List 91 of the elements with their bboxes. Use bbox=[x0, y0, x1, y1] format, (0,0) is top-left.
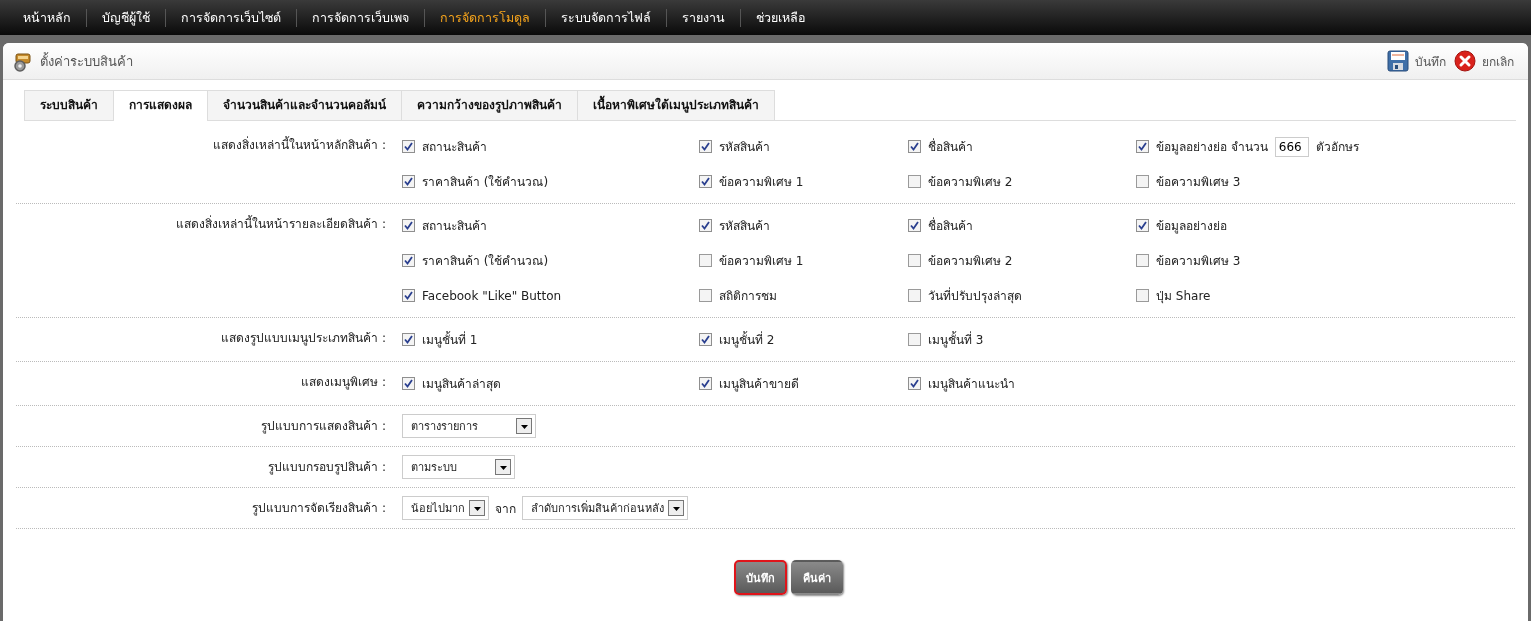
option-label: รหัสสินค้า bbox=[719, 139, 770, 156]
checkbox[interactable] bbox=[699, 175, 712, 188]
checkbox[interactable] bbox=[699, 219, 712, 232]
option-label: รหัสสินค้า bbox=[719, 218, 770, 235]
option-label: ราคาสินค้า (ใช้คำนวณ) bbox=[422, 174, 549, 191]
option-label: ข้อความพิเศษ 3 bbox=[1156, 253, 1241, 270]
checkbox[interactable] bbox=[402, 254, 415, 267]
checkbox[interactable] bbox=[908, 333, 921, 346]
checkbox[interactable] bbox=[402, 377, 415, 390]
option-label: Facebook "Like" Button bbox=[422, 288, 562, 303]
checkbox[interactable] bbox=[699, 333, 712, 346]
option-label: สถานะสินค้า bbox=[422, 139, 487, 156]
number-field[interactable]: 666 bbox=[1274, 136, 1309, 157]
checkbox[interactable] bbox=[1136, 140, 1149, 153]
option-label: ปุ่ม Share bbox=[1156, 288, 1211, 305]
checkbox[interactable] bbox=[908, 219, 921, 232]
option-label: วันที่ปรับปรุงล่าสุด bbox=[928, 286, 1022, 305]
checkbox[interactable] bbox=[402, 289, 415, 302]
field-label: แสดงเมนูพิเศษ : bbox=[300, 374, 387, 392]
field-label: รูปแบบกรอบรูปสินค้า : bbox=[267, 459, 387, 477]
checkbox[interactable] bbox=[1136, 289, 1149, 302]
option-label: เมนูสินค้าล่าสุด bbox=[422, 376, 501, 393]
option-label: เมนูสินค้าแนะนำ bbox=[928, 376, 1015, 393]
save-icon bbox=[1387, 50, 1409, 72]
checkbox[interactable] bbox=[699, 254, 712, 267]
checkbox[interactable] bbox=[908, 377, 921, 390]
tab[interactable]: เนื้อหาพิเศษใต้เมนูประเภทสินค้า bbox=[577, 90, 775, 120]
tab[interactable]: ระบบสินค้า bbox=[24, 90, 114, 120]
form-button[interactable]: บันทึก bbox=[733, 560, 787, 595]
field-label: แสดงสิ่งเหล่านี้ในหน้ารายละเอียดสินค้า : bbox=[175, 214, 387, 233]
field-label: รูปแบบการจัดเรียงสินค้า : bbox=[251, 500, 387, 518]
tab[interactable]: จำนวนสินค้าและจำนวนคอลัมน์ bbox=[207, 90, 402, 120]
caret-icon bbox=[472, 504, 482, 512]
field-label: แสดงสิ่งเหล่านี้ในหน้าหลักสินค้า : bbox=[212, 135, 387, 154]
checkbox[interactable] bbox=[908, 254, 921, 267]
connector-label: จาก bbox=[494, 500, 517, 518]
nav-link[interactable]: หน้าหลัก bbox=[8, 8, 87, 27]
option-label: สถิติการชม bbox=[719, 288, 777, 305]
unit-label: ตัวอักษร bbox=[1315, 139, 1359, 156]
option-label: ราคาสินค้า (ใช้คำนวณ) bbox=[422, 253, 549, 270]
checkbox[interactable] bbox=[908, 289, 921, 302]
option-label: ข้อความพิเศษ 2 bbox=[928, 253, 1013, 270]
nav-link[interactable]: การจัดการเว็บไซต์ bbox=[166, 8, 297, 27]
header-action[interactable]: ยกเลิก bbox=[1454, 50, 1514, 72]
checkbox[interactable] bbox=[908, 175, 921, 188]
checkbox[interactable] bbox=[1136, 175, 1149, 188]
checkbox[interactable] bbox=[402, 175, 415, 188]
field-label: รูปแบบการแสดงสินค้า : bbox=[260, 418, 387, 436]
checkbox[interactable] bbox=[1136, 254, 1149, 267]
option-label: ข้อมูลอย่างย่อ จำนวน bbox=[1156, 139, 1268, 156]
option-label: สถานะสินค้า bbox=[422, 218, 487, 235]
dropdown[interactable]: ตารางรายการ bbox=[402, 414, 536, 438]
checkbox[interactable] bbox=[699, 289, 712, 302]
option-label: ข้อมูลอย่างย่อ bbox=[1156, 218, 1227, 235]
caret-icon bbox=[498, 463, 508, 471]
dropdown[interactable]: น้อยไปมาก bbox=[402, 496, 489, 520]
nav-link[interactable]: รายงาน bbox=[667, 8, 741, 27]
nav-link[interactable]: การจัดการโมดูล bbox=[425, 8, 546, 27]
checkbox[interactable] bbox=[1136, 219, 1149, 232]
option-label: ข้อความพิเศษ 3 bbox=[1156, 174, 1241, 191]
dropdown[interactable]: ตามระบบ bbox=[402, 455, 515, 479]
nav-link[interactable]: ระบบจัดการไฟล์ bbox=[546, 8, 667, 27]
option-label: ข้อความพิเศษ 1 bbox=[719, 253, 804, 270]
nav-link[interactable]: การจัดการเว็บเพจ bbox=[297, 8, 425, 27]
checkbox[interactable] bbox=[908, 140, 921, 153]
dropdown[interactable]: ลำดับการเพิ่มสินค้าก่อนหลัง bbox=[522, 496, 688, 520]
nav-link[interactable]: บัญชีผู้ใช้ bbox=[87, 8, 166, 27]
option-label: ข้อความพิเศษ 1 bbox=[719, 174, 804, 191]
option-label: เมนูชั้นที่ 2 bbox=[719, 330, 775, 349]
close-icon bbox=[1454, 50, 1476, 72]
checkbox[interactable] bbox=[699, 377, 712, 390]
caret-icon bbox=[519, 422, 529, 430]
checkbox[interactable] bbox=[402, 219, 415, 232]
panel-title: ตั้งค่าระบบสินค้า bbox=[40, 51, 133, 71]
form-button[interactable]: คืนค่า bbox=[790, 560, 843, 595]
option-label: เมนูชั้นที่ 1 bbox=[422, 330, 478, 349]
field-label: แสดงรูปแบบเมนูประเภทสินค้า : bbox=[220, 330, 387, 348]
tab[interactable]: การแสดงผล bbox=[113, 90, 208, 121]
checkbox[interactable] bbox=[402, 140, 415, 153]
option-label: เมนูสินค้าขายดี bbox=[719, 376, 799, 393]
caret-icon bbox=[671, 504, 681, 512]
header-action[interactable]: บันทึก bbox=[1387, 50, 1446, 72]
checkbox[interactable] bbox=[699, 140, 712, 153]
tab[interactable]: ความกว้างของรูปภาพสินค้า bbox=[401, 90, 578, 120]
checkbox[interactable] bbox=[402, 333, 415, 346]
option-label: ชื่อสินค้า bbox=[928, 216, 973, 235]
option-label: ข้อความพิเศษ 2 bbox=[928, 174, 1013, 191]
gear-icon bbox=[12, 50, 34, 72]
option-label: ชื่อสินค้า bbox=[928, 137, 973, 156]
option-label: เมนูชั้นที่ 3 bbox=[928, 330, 984, 349]
nav-link[interactable]: ช่วยเหลือ bbox=[741, 8, 821, 27]
